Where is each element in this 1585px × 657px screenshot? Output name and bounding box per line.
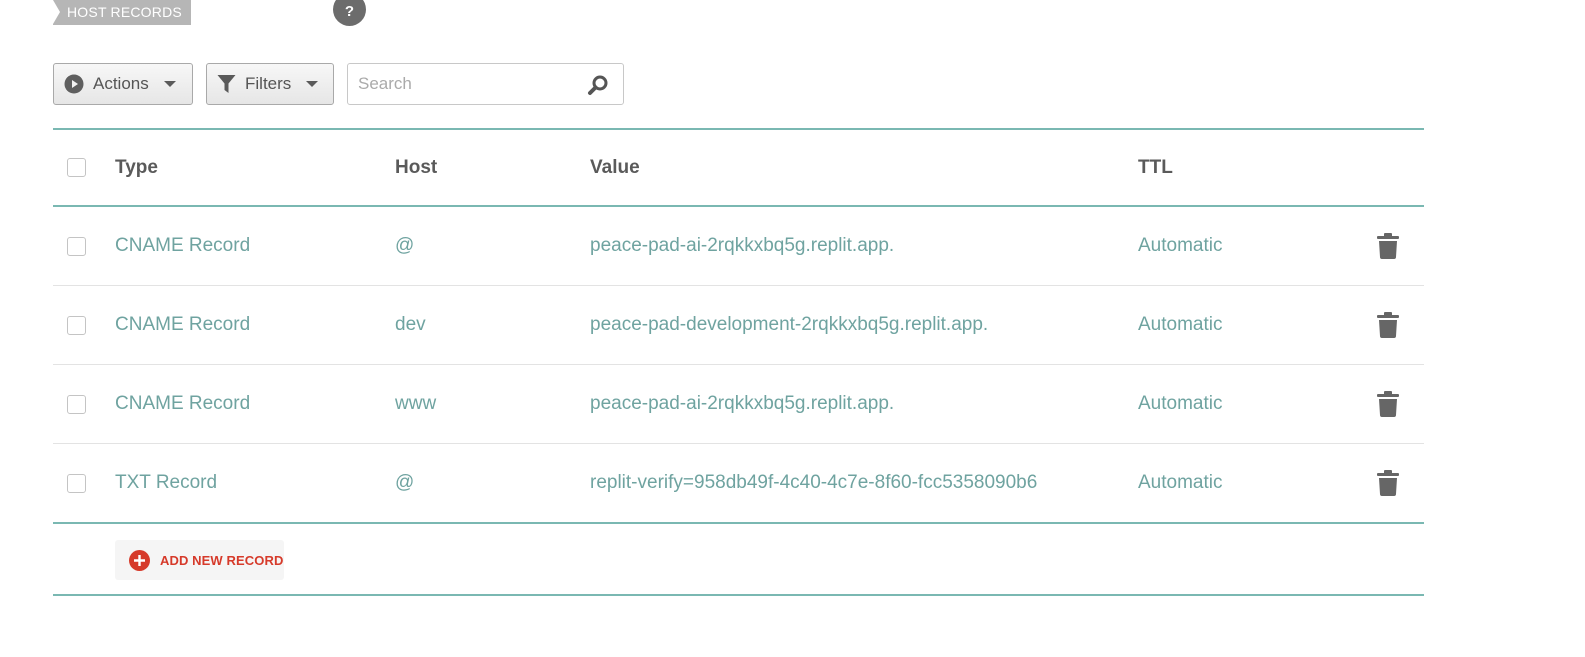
trash-icon[interactable] bbox=[1377, 312, 1399, 338]
record-host[interactable]: @ bbox=[395, 444, 414, 522]
table-row: TXT Record @ replit-verify=958db49f-4c40… bbox=[53, 444, 1424, 524]
record-ttl[interactable]: Automatic bbox=[1138, 365, 1222, 443]
record-host[interactable]: dev bbox=[395, 286, 426, 364]
help-button[interactable]: ? bbox=[333, 0, 366, 26]
question-icon: ? bbox=[344, 3, 355, 20]
table-row: CNAME Record dev peace-pad-development-2… bbox=[53, 286, 1424, 365]
filters-button[interactable]: Filters bbox=[206, 63, 334, 105]
row-checkbox[interactable] bbox=[67, 315, 86, 335]
add-record-area: ADD NEW RECORD bbox=[53, 524, 1424, 596]
trash-icon[interactable] bbox=[1377, 391, 1399, 417]
actions-label: Actions bbox=[93, 74, 149, 93]
record-host[interactable]: @ bbox=[395, 207, 414, 285]
host-records-table: Type Host Value TTL CNAME Record @ peace… bbox=[53, 128, 1424, 596]
search-icon[interactable] bbox=[587, 74, 609, 96]
record-host[interactable]: www bbox=[395, 365, 436, 443]
add-new-record-button[interactable]: ADD NEW RECORD bbox=[115, 540, 284, 580]
row-checkbox[interactable] bbox=[67, 236, 86, 256]
filters-label: Filters bbox=[245, 74, 292, 93]
column-header-value: Value bbox=[590, 156, 640, 178]
row-checkbox[interactable] bbox=[67, 394, 86, 414]
play-circle-icon bbox=[64, 74, 84, 94]
plus-circle-icon bbox=[129, 549, 150, 571]
row-checkbox[interactable] bbox=[67, 473, 86, 493]
record-type[interactable]: TXT Record bbox=[115, 444, 217, 522]
trash-icon[interactable] bbox=[1377, 233, 1399, 259]
table-header-row: Type Host Value TTL bbox=[53, 130, 1424, 207]
section-tag-host-records: HOST RECORDS bbox=[53, 0, 191, 25]
column-header-host: Host bbox=[395, 156, 438, 178]
actions-button[interactable]: Actions bbox=[53, 63, 193, 105]
add-new-record-label: ADD NEW RECORD bbox=[160, 552, 284, 568]
record-type[interactable]: CNAME Record bbox=[115, 286, 250, 364]
search-input[interactable] bbox=[348, 64, 598, 104]
record-value[interactable]: peace-pad-ai-2rqkkxbq5g.replit.app. bbox=[590, 365, 894, 443]
funnel-icon bbox=[217, 75, 236, 93]
record-value[interactable]: peace-pad-development-2rqkkxbq5g.replit.… bbox=[590, 286, 988, 364]
chevron-down-icon bbox=[306, 81, 319, 87]
record-value[interactable]: peace-pad-ai-2rqkkxbq5g.replit.app. bbox=[590, 207, 894, 285]
select-all-checkbox[interactable] bbox=[67, 158, 86, 177]
record-type[interactable]: CNAME Record bbox=[115, 365, 250, 443]
record-value[interactable]: replit-verify=958db49f-4c40-4c7e-8f60-fc… bbox=[590, 444, 1037, 522]
search-box bbox=[347, 63, 624, 105]
column-header-ttl: TTL bbox=[1138, 156, 1173, 178]
record-ttl[interactable]: Automatic bbox=[1138, 286, 1222, 364]
record-type[interactable]: CNAME Record bbox=[115, 207, 250, 285]
table-row: CNAME Record www peace-pad-ai-2rqkkxbq5g… bbox=[53, 365, 1424, 444]
chevron-down-icon bbox=[163, 81, 176, 87]
table-row: CNAME Record @ peace-pad-ai-2rqkkxbq5g.r… bbox=[53, 207, 1424, 286]
column-header-type: Type bbox=[115, 156, 158, 178]
record-ttl[interactable]: Automatic bbox=[1138, 444, 1222, 522]
trash-icon[interactable] bbox=[1377, 470, 1399, 496]
record-ttl[interactable]: Automatic bbox=[1138, 207, 1222, 285]
